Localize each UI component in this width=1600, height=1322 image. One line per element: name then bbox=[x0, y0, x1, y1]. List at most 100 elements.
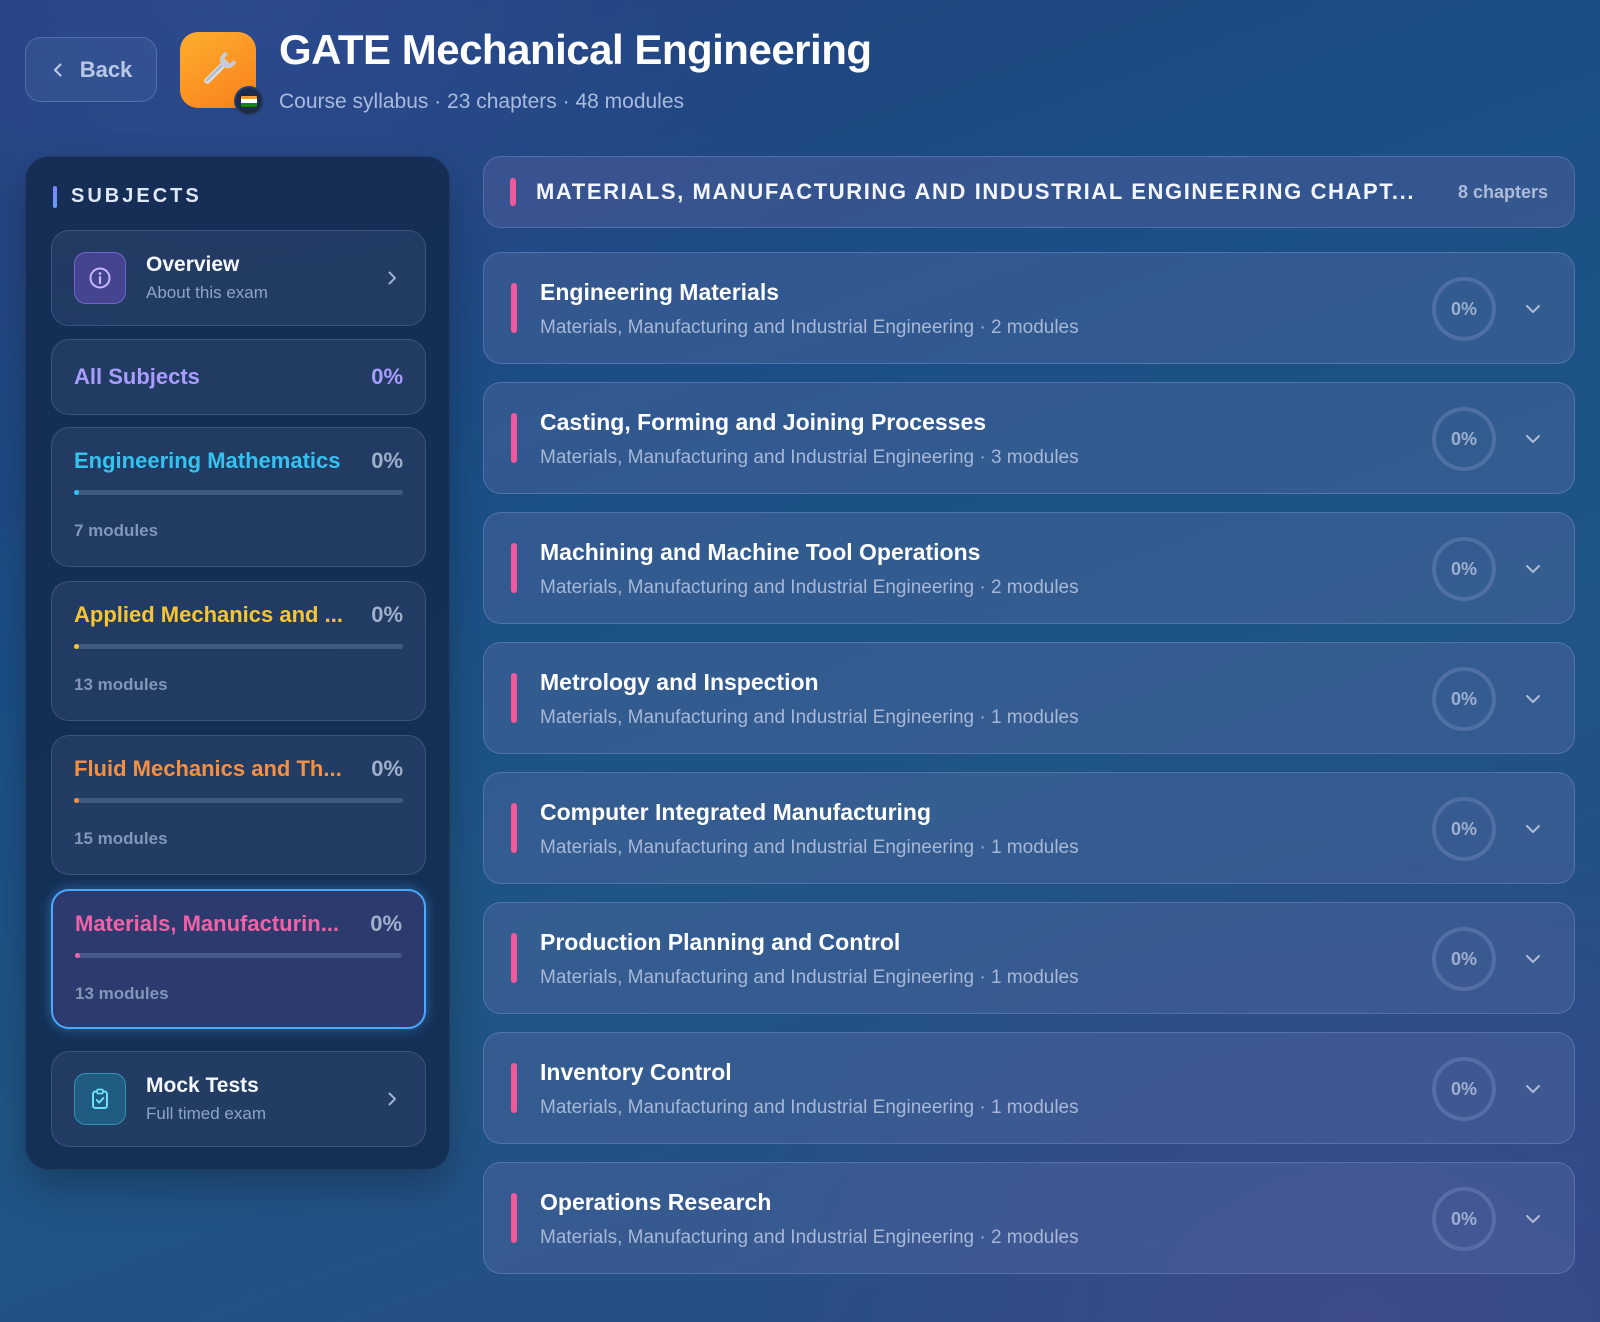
subject-progress-bar bbox=[74, 798, 403, 803]
chapter-row[interactable]: Computer Integrated Manufacturing Materia… bbox=[483, 772, 1575, 884]
chapter-progress-ring: 0% bbox=[1432, 537, 1496, 601]
subject-name: Materials, Manufacturin... bbox=[75, 911, 340, 936]
chapter-name: Operations Research bbox=[540, 1189, 772, 1215]
subject-card-materials-manufacturing[interactable]: Materials, Manufacturin... 0% 13 modules bbox=[51, 889, 426, 1029]
subject-card-fluid-mechanics[interactable]: Fluid Mechanics and Th... 0% 15 modules bbox=[51, 735, 426, 875]
all-subjects-percent: 0% bbox=[371, 364, 403, 389]
chapter-accent-bar bbox=[511, 803, 517, 853]
chapter-meta: Materials, Manufacturing and Industrial … bbox=[540, 707, 1079, 728]
overview-card[interactable]: Overview About this exam bbox=[51, 230, 426, 326]
chevron-left-icon bbox=[53, 62, 62, 77]
chapter-progress-ring: 0% bbox=[1432, 407, 1496, 471]
chapter-row[interactable]: Casting, Forming and Joining Processes Ma… bbox=[483, 382, 1575, 494]
subject-card-engineering-mathematics[interactable]: Engineering Mathematics 0% 7 modules bbox=[51, 427, 426, 567]
subject-name: Applied Mechanics and ... bbox=[74, 602, 343, 627]
chapter-meta: Materials, Manufacturing and Industrial … bbox=[540, 447, 1079, 468]
overview-title: Overview bbox=[146, 253, 240, 276]
chapter-name: Engineering Materials bbox=[540, 279, 780, 305]
mock-tests-card[interactable]: Mock Tests Full timed exam bbox=[51, 1051, 426, 1147]
all-subjects-card[interactable]: All Subjects 0% bbox=[51, 339, 426, 415]
chapter-name: Inventory Control bbox=[540, 1059, 732, 1085]
chapter-name: Machining and Machine Tool Operations bbox=[540, 539, 981, 565]
chapter-name: Production Planning and Control bbox=[540, 929, 901, 955]
india-flag-icon bbox=[234, 86, 264, 116]
chevron-right-icon bbox=[388, 271, 396, 285]
chapter-progress-ring: 0% bbox=[1432, 667, 1496, 731]
chapter-meta: Materials, Manufacturing and Industrial … bbox=[540, 1097, 1079, 1118]
chapter-progress-ring: 0% bbox=[1432, 1057, 1496, 1121]
chevron-right-icon bbox=[388, 1092, 396, 1106]
mock-tests-subtitle: Full timed exam bbox=[146, 1104, 266, 1123]
section-title: MATERIALS, MANUFACTURING AND INDUSTRIAL … bbox=[536, 179, 1416, 204]
chapter-row[interactable]: Inventory Control Materials, Manufacturin… bbox=[483, 1032, 1575, 1144]
page-header: Back GATE Mechanical Engineering Course … bbox=[0, 0, 1600, 140]
mock-tests-title: Mock Tests bbox=[146, 1074, 259, 1097]
back-button[interactable]: Back bbox=[25, 37, 157, 102]
clipboard-check-icon bbox=[74, 1073, 126, 1125]
subject-percent: 0% bbox=[371, 448, 403, 473]
subject-modules: 7 modules bbox=[74, 521, 159, 540]
info-icon bbox=[74, 252, 126, 304]
chapter-progress-ring: 0% bbox=[1432, 277, 1496, 341]
chapter-meta: Materials, Manufacturing and Industrial … bbox=[540, 577, 1079, 598]
chapter-name: Computer Integrated Manufacturing bbox=[540, 799, 932, 825]
progress-fill bbox=[74, 798, 79, 803]
progress-fill bbox=[74, 490, 79, 495]
subject-name: Engineering Mathematics bbox=[74, 448, 341, 473]
chapter-accent-bar bbox=[511, 413, 517, 463]
sidebar-heading-label: SUBJECTS bbox=[71, 185, 202, 207]
chevron-down-icon[interactable] bbox=[1524, 1080, 1542, 1098]
chapter-accent-bar bbox=[511, 673, 517, 723]
chapter-name: Casting, Forming and Joining Processes bbox=[540, 409, 987, 435]
subject-percent: 0% bbox=[371, 602, 403, 627]
subject-progress-bar bbox=[74, 644, 403, 649]
page-title: GATE Mechanical Engineering bbox=[279, 26, 872, 73]
overview-subtitle: About this exam bbox=[146, 283, 268, 302]
subjects-sidebar: SUBJECTS Overview About this exam All Su… bbox=[25, 156, 450, 1170]
subject-percent: 0% bbox=[371, 756, 403, 781]
subject-modules: 13 modules bbox=[74, 675, 168, 694]
subject-progress-bar bbox=[75, 953, 402, 958]
chevron-down-icon[interactable] bbox=[1524, 300, 1542, 318]
chapter-accent-bar bbox=[511, 933, 517, 983]
chevron-down-icon[interactable] bbox=[1524, 950, 1542, 968]
progress-fill bbox=[75, 953, 80, 958]
chapter-row[interactable]: Production Planning and Control Materials… bbox=[483, 902, 1575, 1014]
chevron-down-icon[interactable] bbox=[1524, 430, 1542, 448]
chevron-down-icon[interactable] bbox=[1524, 820, 1542, 838]
chapter-meta: Materials, Manufacturing and Industrial … bbox=[540, 317, 1079, 338]
chapter-meta: Materials, Manufacturing and Industrial … bbox=[540, 1227, 1079, 1248]
page-subtitle: Course syllabus · 23 chapters · 48 modul… bbox=[279, 90, 685, 113]
chapter-row[interactable]: Machining and Machine Tool Operations Mat… bbox=[483, 512, 1575, 624]
chevron-down-icon[interactable] bbox=[1524, 690, 1542, 708]
chapter-accent-bar bbox=[511, 283, 517, 333]
subject-modules: 13 modules bbox=[75, 984, 169, 1003]
section-chapter-count: 8 chapters bbox=[1457, 181, 1548, 202]
chapter-accent-bar bbox=[511, 543, 517, 593]
chapter-row[interactable]: Metrology and Inspection Materials, Manuf… bbox=[483, 642, 1575, 754]
subject-progress-bar bbox=[74, 490, 403, 495]
progress-fill bbox=[74, 644, 79, 649]
chapter-progress-ring: 0% bbox=[1432, 1187, 1496, 1251]
chapter-meta: Materials, Manufacturing and Industrial … bbox=[540, 967, 1079, 988]
app-icon bbox=[180, 32, 264, 116]
chevron-down-icon[interactable] bbox=[1524, 1210, 1542, 1228]
chapter-accent-bar bbox=[511, 1193, 517, 1243]
chapter-accent-bar bbox=[511, 1063, 517, 1113]
heading-accent-bar bbox=[53, 185, 57, 208]
chapter-row[interactable]: Engineering Materials Materials, Manufact… bbox=[483, 252, 1575, 364]
chapter-name: Metrology and Inspection bbox=[540, 669, 819, 695]
chevron-down-icon[interactable] bbox=[1524, 560, 1542, 578]
sidebar-heading: SUBJECTS bbox=[53, 185, 202, 208]
section-header: MATERIALS, MANUFACTURING AND INDUSTRIAL … bbox=[483, 156, 1575, 228]
subject-modules: 15 modules bbox=[74, 829, 168, 848]
chapter-meta: Materials, Manufacturing and Industrial … bbox=[540, 837, 1079, 858]
section-accent-bar bbox=[510, 178, 516, 206]
subject-percent: 0% bbox=[370, 911, 402, 936]
chapter-progress-ring: 0% bbox=[1432, 797, 1496, 861]
wrench-icon bbox=[204, 51, 237, 84]
chapter-row[interactable]: Operations Research Materials, Manufactur… bbox=[483, 1162, 1575, 1274]
subject-name: Fluid Mechanics and Th... bbox=[74, 756, 342, 781]
subject-card-applied-mechanics[interactable]: Applied Mechanics and ... 0% 13 modules bbox=[51, 581, 426, 721]
chapter-progress-ring: 0% bbox=[1432, 927, 1496, 991]
